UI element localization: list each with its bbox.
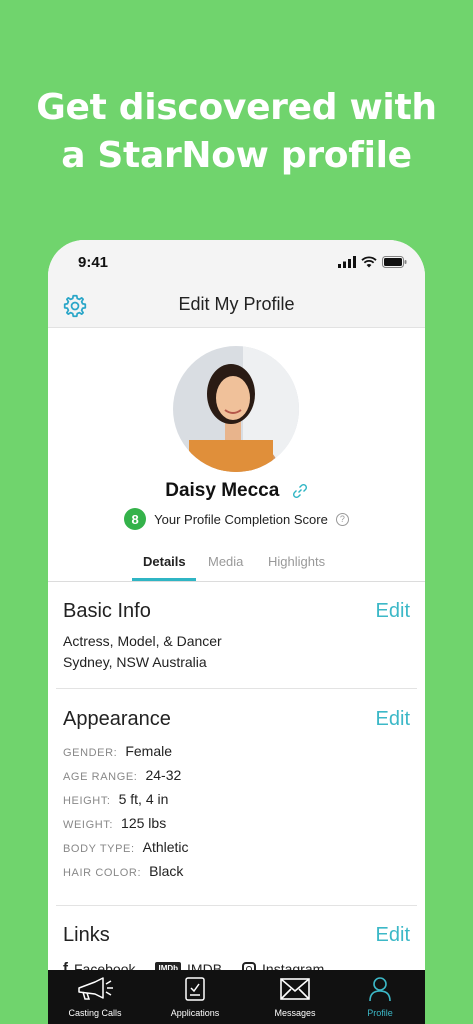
- person-icon: [369, 977, 391, 1002]
- score-label: Your Profile Completion Score: [154, 511, 328, 527]
- divider: [56, 905, 417, 906]
- attribute-row: WEIGHT: 125 lbs: [63, 815, 410, 839]
- appearance-section: Appearance Edit GENDER: Female AGE RANGE…: [63, 708, 410, 887]
- basic-info-section: Basic Info Edit Actress, Model, & Dancer…: [63, 600, 410, 673]
- avatar[interactable]: [173, 346, 299, 472]
- basic-info-line: Sydney, NSW Australia: [63, 654, 207, 670]
- attribute-row: GENDER: Female: [63, 743, 410, 767]
- avatar-photo: [173, 346, 299, 472]
- attribute-row: HEIGHT: 5 ft, 4 in: [63, 791, 410, 815]
- tab-highlights[interactable]: Highlights: [268, 554, 325, 569]
- page-title: Edit My Profile: [178, 294, 295, 314]
- headline-line-1: Get discovered with: [36, 87, 437, 128]
- attribute-value: Athletic: [142, 839, 189, 855]
- nav-profile[interactable]: Profile: [333, 976, 425, 1018]
- status-bar: 9:41: [48, 240, 425, 288]
- nav-applications[interactable]: Applications: [148, 976, 242, 1018]
- attribute-row: HAIR COLOR: Black: [63, 863, 410, 887]
- envelope-icon: [280, 978, 310, 1000]
- attribute-label: WEIGHT:: [63, 819, 114, 831]
- attribute-row: BODY TYPE: Athletic: [63, 839, 410, 863]
- basic-info-line: Actress, Model, & Dancer: [63, 633, 222, 649]
- active-tab-indicator: [132, 578, 196, 581]
- status-time: 9:41: [78, 254, 109, 271]
- nav-messages[interactable]: Messages: [248, 976, 342, 1018]
- bottom-nav: Casting Calls Applications Messages Prof…: [48, 970, 425, 1024]
- attribute-label: BODY TYPE:: [63, 843, 135, 855]
- battery-icon: [382, 256, 407, 268]
- tab-media[interactable]: Media: [208, 554, 243, 569]
- cellular-signal-icon: [338, 256, 356, 268]
- basic-info-title: Basic Info: [63, 600, 151, 622]
- links-section: Links Edit: [63, 924, 410, 947]
- help-icon[interactable]: ?: [335, 512, 349, 526]
- share-link-icon[interactable]: [292, 483, 308, 499]
- nav-casting-calls[interactable]: Casting Calls: [48, 976, 142, 1018]
- attribute-label: GENDER:: [63, 747, 118, 759]
- nav-label: Messages: [274, 1008, 316, 1018]
- app-bar: Edit My Profile: [48, 288, 425, 328]
- nav-label: Applications: [170, 1008, 220, 1018]
- attribute-value: 5 ft, 4 in: [118, 791, 169, 807]
- headline-line-2: a StarNow profile: [61, 135, 412, 176]
- nav-label: Profile: [367, 1008, 393, 1018]
- clipboard-icon: [185, 977, 205, 1001]
- attribute-value: 125 lbs: [121, 815, 167, 831]
- divider: [56, 688, 417, 689]
- profile-name-row: Daisy Mecca: [48, 480, 425, 502]
- attribute-label: HEIGHT:: [63, 795, 111, 807]
- profile-name: Daisy Mecca: [165, 480, 280, 501]
- nav-label: Casting Calls: [68, 1008, 122, 1018]
- score-badge: 8: [124, 508, 147, 530]
- attribute-value: Female: [125, 743, 173, 759]
- profile-score-row: 8 Your Profile Completion Score ?: [48, 508, 425, 530]
- megaphone-icon: [78, 977, 113, 1000]
- attribute-label: AGE RANGE:: [63, 771, 138, 783]
- attribute-row: AGE RANGE: 24-32: [63, 767, 410, 791]
- links-title: Links: [63, 924, 110, 946]
- attribute-label: HAIR COLOR:: [63, 867, 142, 879]
- attribute-value: 24-32: [145, 767, 182, 783]
- phone-frame: 9:41 Edit My Profile Daisy Mecca 8 Your …: [48, 240, 425, 1024]
- links-edit-button[interactable]: Edit: [376, 924, 410, 947]
- headline: Get discovered with a StarNow profile: [0, 84, 473, 180]
- attribute-value: Black: [149, 863, 184, 879]
- tab-details[interactable]: Details: [143, 554, 186, 569]
- appearance-title: Appearance: [63, 708, 171, 730]
- wifi-icon: [361, 256, 377, 268]
- profile-tabs: Details Media Highlights: [48, 546, 425, 582]
- appearance-edit-button[interactable]: Edit: [376, 708, 410, 731]
- status-icons: [338, 256, 407, 268]
- basic-info-edit-button[interactable]: Edit: [376, 600, 410, 623]
